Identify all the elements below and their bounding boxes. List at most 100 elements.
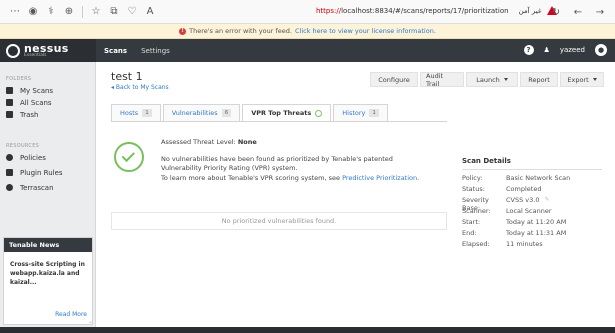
scan-details-title: Scan Details xyxy=(462,157,602,170)
detail-key: Severity Base: xyxy=(462,196,489,212)
user-avatar-icon[interactable]: ● xyxy=(595,44,607,56)
tab-divider xyxy=(111,121,447,122)
detail-key: Elapsed: xyxy=(462,240,490,248)
empty-state: No prioritized vulnerabilities found. xyxy=(111,212,447,230)
sidebar: FOLDERS My Scans All Scans Trash RESOURC… xyxy=(0,62,96,333)
favorites-icon[interactable]: ☆ xyxy=(87,3,105,21)
detail-value: Completed xyxy=(506,185,542,193)
username[interactable]: yazeed xyxy=(560,46,585,54)
forward-icon[interactable]: ← xyxy=(569,3,587,21)
sidebar-item-label: All Scans xyxy=(20,98,52,107)
back-to-my-scans-link[interactable]: ◂ Back to My Scans xyxy=(111,84,169,91)
tenable-news-widget: Tenable News Cross-site Scripting in web… xyxy=(3,237,93,325)
detail-row: Elapsed: 11 minutes xyxy=(462,240,602,251)
sidebar-item-trash[interactable]: Trash xyxy=(0,109,95,120)
pocket-icon[interactable]: ♡ xyxy=(123,3,141,21)
sidebar-item-label: Policies xyxy=(20,153,46,162)
sidebar-item-terrascan[interactable]: Terrascan xyxy=(0,182,95,193)
collections-icon[interactable]: ⧉ xyxy=(105,3,123,21)
detail-value: Local Scanner xyxy=(506,207,552,215)
button-label: Audit Trail xyxy=(426,71,444,88)
insecure-label: غير آمن xyxy=(518,6,542,15)
sidebar-item-label: My Scans xyxy=(20,86,54,95)
button-label: Launch xyxy=(476,75,500,84)
overflow-menu-icon[interactable]: ⋯ xyxy=(6,3,24,21)
button-label: Export xyxy=(567,75,589,84)
tab-count: 1 xyxy=(369,109,379,117)
scan-actions: Configure Audit Trail Launch Report Expo… xyxy=(370,71,604,88)
threat-level-label: Assessed Threat Level: xyxy=(161,138,236,146)
tab-hosts[interactable]: Hosts 1 xyxy=(111,104,161,121)
refresh-icon[interactable]: ↻ xyxy=(547,3,565,21)
toolbar-divider xyxy=(82,5,83,18)
translate-icon[interactable]: A xyxy=(141,3,159,21)
license-link[interactable]: Click here to view your license informat… xyxy=(295,27,436,35)
browser-toolbar: ⋯ ◉ ⚕ ⊕ ☆ ⧉ ♡ A https://localhost:8834/#… xyxy=(0,0,615,24)
url-scheme: https:// xyxy=(316,6,342,15)
sidebar-item-my-scans[interactable]: My Scans xyxy=(0,85,95,96)
logo-icon xyxy=(6,43,20,58)
tab-label: VPR Top Threats xyxy=(251,109,312,117)
check-circle-icon xyxy=(114,142,144,172)
sidebar-item-label: Terrascan xyxy=(20,183,54,192)
threat-level-value: None xyxy=(237,138,257,146)
terrascan-icon xyxy=(6,184,13,191)
back-icon[interactable]: → xyxy=(591,3,609,21)
sidebar-item-label: Plugin Rules xyxy=(20,168,63,177)
detail-key: Policy: xyxy=(462,174,483,182)
nav-settings[interactable]: Settings xyxy=(141,47,170,55)
caret-down-icon xyxy=(503,78,508,81)
extension-icon[interactable]: ⚕ xyxy=(42,3,60,21)
folder-icon xyxy=(6,99,13,106)
audit-trail-button[interactable]: Audit Trail xyxy=(420,71,464,88)
detail-value: 11 minutes xyxy=(506,240,543,248)
news-title: Tenable News xyxy=(4,238,92,252)
configure-button[interactable]: Configure xyxy=(370,72,418,87)
plugin-rules-icon xyxy=(6,169,13,176)
predictive-prioritization-link[interactable]: Predictive Prioritization. xyxy=(342,174,419,182)
detail-row: Status: Completed xyxy=(462,185,602,196)
help-icon[interactable]: ? xyxy=(523,45,534,55)
tab-label: Hosts xyxy=(120,109,139,117)
news-headline[interactable]: Cross-site Scripting in webapp.kaiza.la … xyxy=(4,252,92,287)
detail-value: Today at 11:31 AM xyxy=(506,229,567,237)
error-icon: ! xyxy=(179,27,187,35)
trash-icon xyxy=(6,111,13,118)
extension-icon[interactable]: ⊕ xyxy=(60,3,78,21)
check-icon xyxy=(315,109,323,117)
sidebar-item-policies[interactable]: Policies xyxy=(0,152,95,163)
sidebar-item-all-scans[interactable]: All Scans xyxy=(0,97,95,108)
launch-button[interactable]: Launch xyxy=(466,72,518,87)
detail-key: Scanner: xyxy=(462,207,491,215)
read-more-link[interactable]: Read More xyxy=(55,311,87,318)
detail-key: Status: xyxy=(462,185,485,193)
edit-icon[interactable]: ✎ xyxy=(545,196,550,207)
notifications-icon[interactable]: ♟ xyxy=(544,46,550,54)
policy-icon xyxy=(6,154,13,161)
detail-row: Severity Base: CVSS v3.0 ✎ xyxy=(462,196,602,212)
report-button[interactable]: Report xyxy=(520,72,558,87)
feed-error-banner: ! There's an error with your feed. Click… xyxy=(0,24,615,39)
tab-history[interactable]: History 1 xyxy=(333,104,388,121)
caret-down-icon xyxy=(592,78,597,81)
banner-text: There's an error with your feed. xyxy=(189,27,292,35)
scan-details-panel: Scan Details Policy: Basic Network Scan S… xyxy=(462,157,602,251)
learn-more-text: To learn more about Tenable's VPR scorin… xyxy=(161,174,419,182)
button-label: Report xyxy=(528,75,550,84)
nav-scans[interactable]: Scans xyxy=(104,47,127,55)
taskbar-strip xyxy=(0,327,615,333)
browser-nav: ↻ ← → xyxy=(547,3,609,21)
detail-row: Scanner: Local Scanner xyxy=(462,207,602,218)
nessus-logo[interactable]: nessus Essentials xyxy=(0,39,96,62)
scan-tabs: Hosts 1 Vulnerabilities 6 VPR Top Threats … xyxy=(111,104,390,121)
page-title: test 1 xyxy=(111,70,143,83)
sidebar-item-plugin-rules[interactable]: Plugin Rules xyxy=(0,167,95,178)
detail-value: Today at 11:20 AM xyxy=(506,218,567,226)
address-bar[interactable]: https://localhost:8834/#/scans/reports/1… xyxy=(316,6,558,15)
tab-vulnerabilities[interactable]: Vulnerabilities 6 xyxy=(162,104,241,121)
export-button[interactable]: Export xyxy=(560,72,604,87)
tab-vpr-top-threats[interactable]: VPR Top Threats xyxy=(242,104,332,121)
extension-icon[interactable]: ◉ xyxy=(24,3,42,21)
header-right: ? ♟ yazeed ● xyxy=(523,44,607,56)
collapse-sidebar-icon[interactable]: « xyxy=(89,320,92,326)
